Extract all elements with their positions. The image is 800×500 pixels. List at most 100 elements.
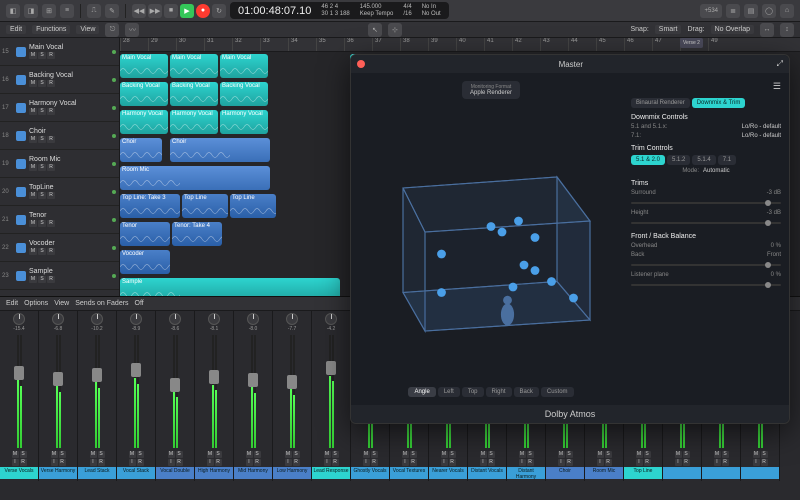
ch-solo[interactable]: S bbox=[449, 451, 456, 458]
ch-rec[interactable]: R bbox=[332, 459, 339, 466]
ch-solo[interactable]: S bbox=[722, 451, 729, 458]
ch-mute[interactable]: M bbox=[246, 451, 253, 458]
channel-strip[interactable]: -4.2 MS IR Lead Response bbox=[312, 311, 351, 481]
pan-knob[interactable] bbox=[208, 313, 220, 325]
ch-solo[interactable]: S bbox=[761, 451, 768, 458]
ruler-tick[interactable]: 39 bbox=[428, 38, 456, 51]
ch-input[interactable]: I bbox=[480, 459, 487, 466]
channel-strip[interactable]: -7.7 MS IR Low Harmony bbox=[273, 311, 312, 481]
track-name[interactable]: Vocoder bbox=[29, 240, 110, 247]
channel-label[interactable]: High Harmony bbox=[195, 467, 233, 479]
ch-mute[interactable]: M bbox=[129, 451, 136, 458]
solo-button[interactable]: S bbox=[38, 276, 46, 283]
channel-label[interactable]: Verse Vocals bbox=[0, 467, 38, 479]
ruler-tick[interactable]: 41 bbox=[484, 38, 512, 51]
ch-input[interactable]: I bbox=[519, 459, 526, 466]
channel-strip[interactable]: -6.8 MS IR Verse Harmony bbox=[39, 311, 78, 481]
channel-label[interactable]: Mid Harmony bbox=[234, 467, 272, 479]
ch-input[interactable]: I bbox=[168, 459, 175, 466]
track-header[interactable]: 16 Backing Vocal MSR bbox=[0, 66, 119, 94]
audio-region[interactable]: Tenor bbox=[120, 222, 170, 246]
ch-solo[interactable]: S bbox=[371, 451, 378, 458]
track-header[interactable]: 18 Choir MSR bbox=[0, 122, 119, 150]
toolbar-icon[interactable]: ⊞ bbox=[42, 4, 56, 18]
track-icon[interactable] bbox=[16, 243, 26, 253]
ruler-tick[interactable]: 37 bbox=[372, 38, 400, 51]
ruler-tick[interactable]: 38 bbox=[400, 38, 428, 51]
track-icon[interactable] bbox=[16, 103, 26, 113]
ch-solo[interactable]: S bbox=[527, 451, 534, 458]
menu-icon[interactable]: ☰ bbox=[773, 81, 781, 91]
mixer-view-menu[interactable]: View bbox=[54, 300, 69, 307]
track-header[interactable]: 22 Vocoder MSR bbox=[0, 234, 119, 262]
ch-solo[interactable]: S bbox=[59, 451, 66, 458]
view-tab[interactable]: Left bbox=[438, 387, 460, 397]
record-enable-button[interactable]: R bbox=[47, 164, 55, 171]
fader[interactable] bbox=[163, 333, 187, 450]
trim-tab[interactable]: 5.1.4 bbox=[692, 155, 715, 165]
fader-handle[interactable] bbox=[170, 378, 180, 392]
channel-label[interactable]: Distant Harmony bbox=[507, 467, 545, 479]
track-name[interactable]: Choir bbox=[29, 128, 110, 135]
channel-label[interactable] bbox=[663, 467, 701, 479]
ruler-tick[interactable]: 31 bbox=[204, 38, 232, 51]
ruler-tick[interactable]: 42 bbox=[512, 38, 540, 51]
downmix-71-select[interactable]: Lo/Ro - default bbox=[742, 133, 781, 139]
ruler-tick[interactable]: 34 bbox=[288, 38, 316, 51]
ch-rec[interactable]: R bbox=[488, 459, 495, 466]
record-button[interactable]: ● bbox=[196, 4, 210, 18]
ch-input[interactable]: I bbox=[90, 459, 97, 466]
height-slider[interactable] bbox=[631, 222, 781, 224]
channel-strip[interactable]: -8.1 MS IR High Harmony bbox=[195, 311, 234, 481]
track-name[interactable]: Main Vocal bbox=[29, 44, 110, 51]
smart-controls-icon[interactable]: ≡ bbox=[60, 4, 74, 18]
overhead-slider[interactable] bbox=[631, 264, 781, 266]
master-panel[interactable]: Master ⤢ Monitoring Format Apple Rendere… bbox=[350, 54, 790, 424]
channel-strip[interactable]: -15.4 MS IR Verse Vocals bbox=[0, 311, 39, 481]
fader[interactable] bbox=[241, 333, 265, 450]
fader-handle[interactable] bbox=[209, 370, 219, 384]
track-name[interactable]: Harmony Vocal bbox=[29, 100, 110, 107]
mode-tab[interactable]: Binaural Renderer bbox=[631, 98, 690, 108]
track-icon[interactable] bbox=[16, 47, 26, 57]
ch-solo[interactable]: S bbox=[215, 451, 222, 458]
forward-button[interactable]: ▶▶ bbox=[148, 4, 162, 18]
mute-button[interactable]: M bbox=[29, 164, 37, 171]
audio-region[interactable]: Choir bbox=[170, 138, 270, 162]
downmix-51-select[interactable]: Lo/Ro - default bbox=[742, 124, 781, 130]
ch-rec[interactable]: R bbox=[20, 459, 27, 466]
channel-label[interactable]: Vocal Textures bbox=[390, 467, 428, 479]
solo-button[interactable]: S bbox=[38, 80, 46, 87]
fader[interactable] bbox=[7, 333, 31, 450]
ch-solo[interactable]: S bbox=[683, 451, 690, 458]
channel-strip[interactable]: -8.0 MS IR Mid Harmony bbox=[234, 311, 273, 481]
ch-input[interactable]: I bbox=[402, 459, 409, 466]
play-button[interactable]: ▶ bbox=[180, 4, 194, 18]
list-editors-icon[interactable]: ≣ bbox=[726, 4, 740, 18]
ruler-tick[interactable]: 30 bbox=[176, 38, 204, 51]
browser-icon[interactable]: ⌂ bbox=[780, 4, 794, 18]
ch-mute[interactable]: M bbox=[597, 451, 604, 458]
ch-rec[interactable]: R bbox=[371, 459, 378, 466]
marquee-tool-icon[interactable]: ⊹ bbox=[388, 23, 402, 37]
ruler-tick[interactable]: 29 bbox=[148, 38, 176, 51]
ch-input[interactable]: I bbox=[363, 459, 370, 466]
track-icon[interactable] bbox=[16, 75, 26, 85]
ch-mute[interactable]: M bbox=[207, 451, 214, 458]
track-header[interactable]: 23 Sample MSR bbox=[0, 262, 119, 290]
ch-mute[interactable]: M bbox=[90, 451, 97, 458]
pointer-tool-icon[interactable]: ↖ bbox=[368, 23, 382, 37]
ch-input[interactable]: I bbox=[246, 459, 253, 466]
channel-label[interactable] bbox=[702, 467, 740, 479]
channel-label[interactable] bbox=[741, 467, 779, 479]
view-tab[interactable]: Angle bbox=[408, 387, 435, 397]
fader-handle[interactable] bbox=[14, 366, 24, 380]
audio-region[interactable]: Backing Vocal bbox=[220, 82, 268, 106]
channel-label[interactable]: Lead Response bbox=[312, 467, 350, 479]
ch-rec[interactable]: R bbox=[215, 459, 222, 466]
monitoring-format[interactable]: Monitoring Format Apple Renderer bbox=[462, 81, 520, 99]
track-icon[interactable] bbox=[16, 215, 26, 225]
ch-rec[interactable]: R bbox=[566, 459, 573, 466]
timecode[interactable]: 01:00:48:07.10 bbox=[238, 5, 311, 17]
rewind-button[interactable]: ◀◀ bbox=[132, 4, 146, 18]
